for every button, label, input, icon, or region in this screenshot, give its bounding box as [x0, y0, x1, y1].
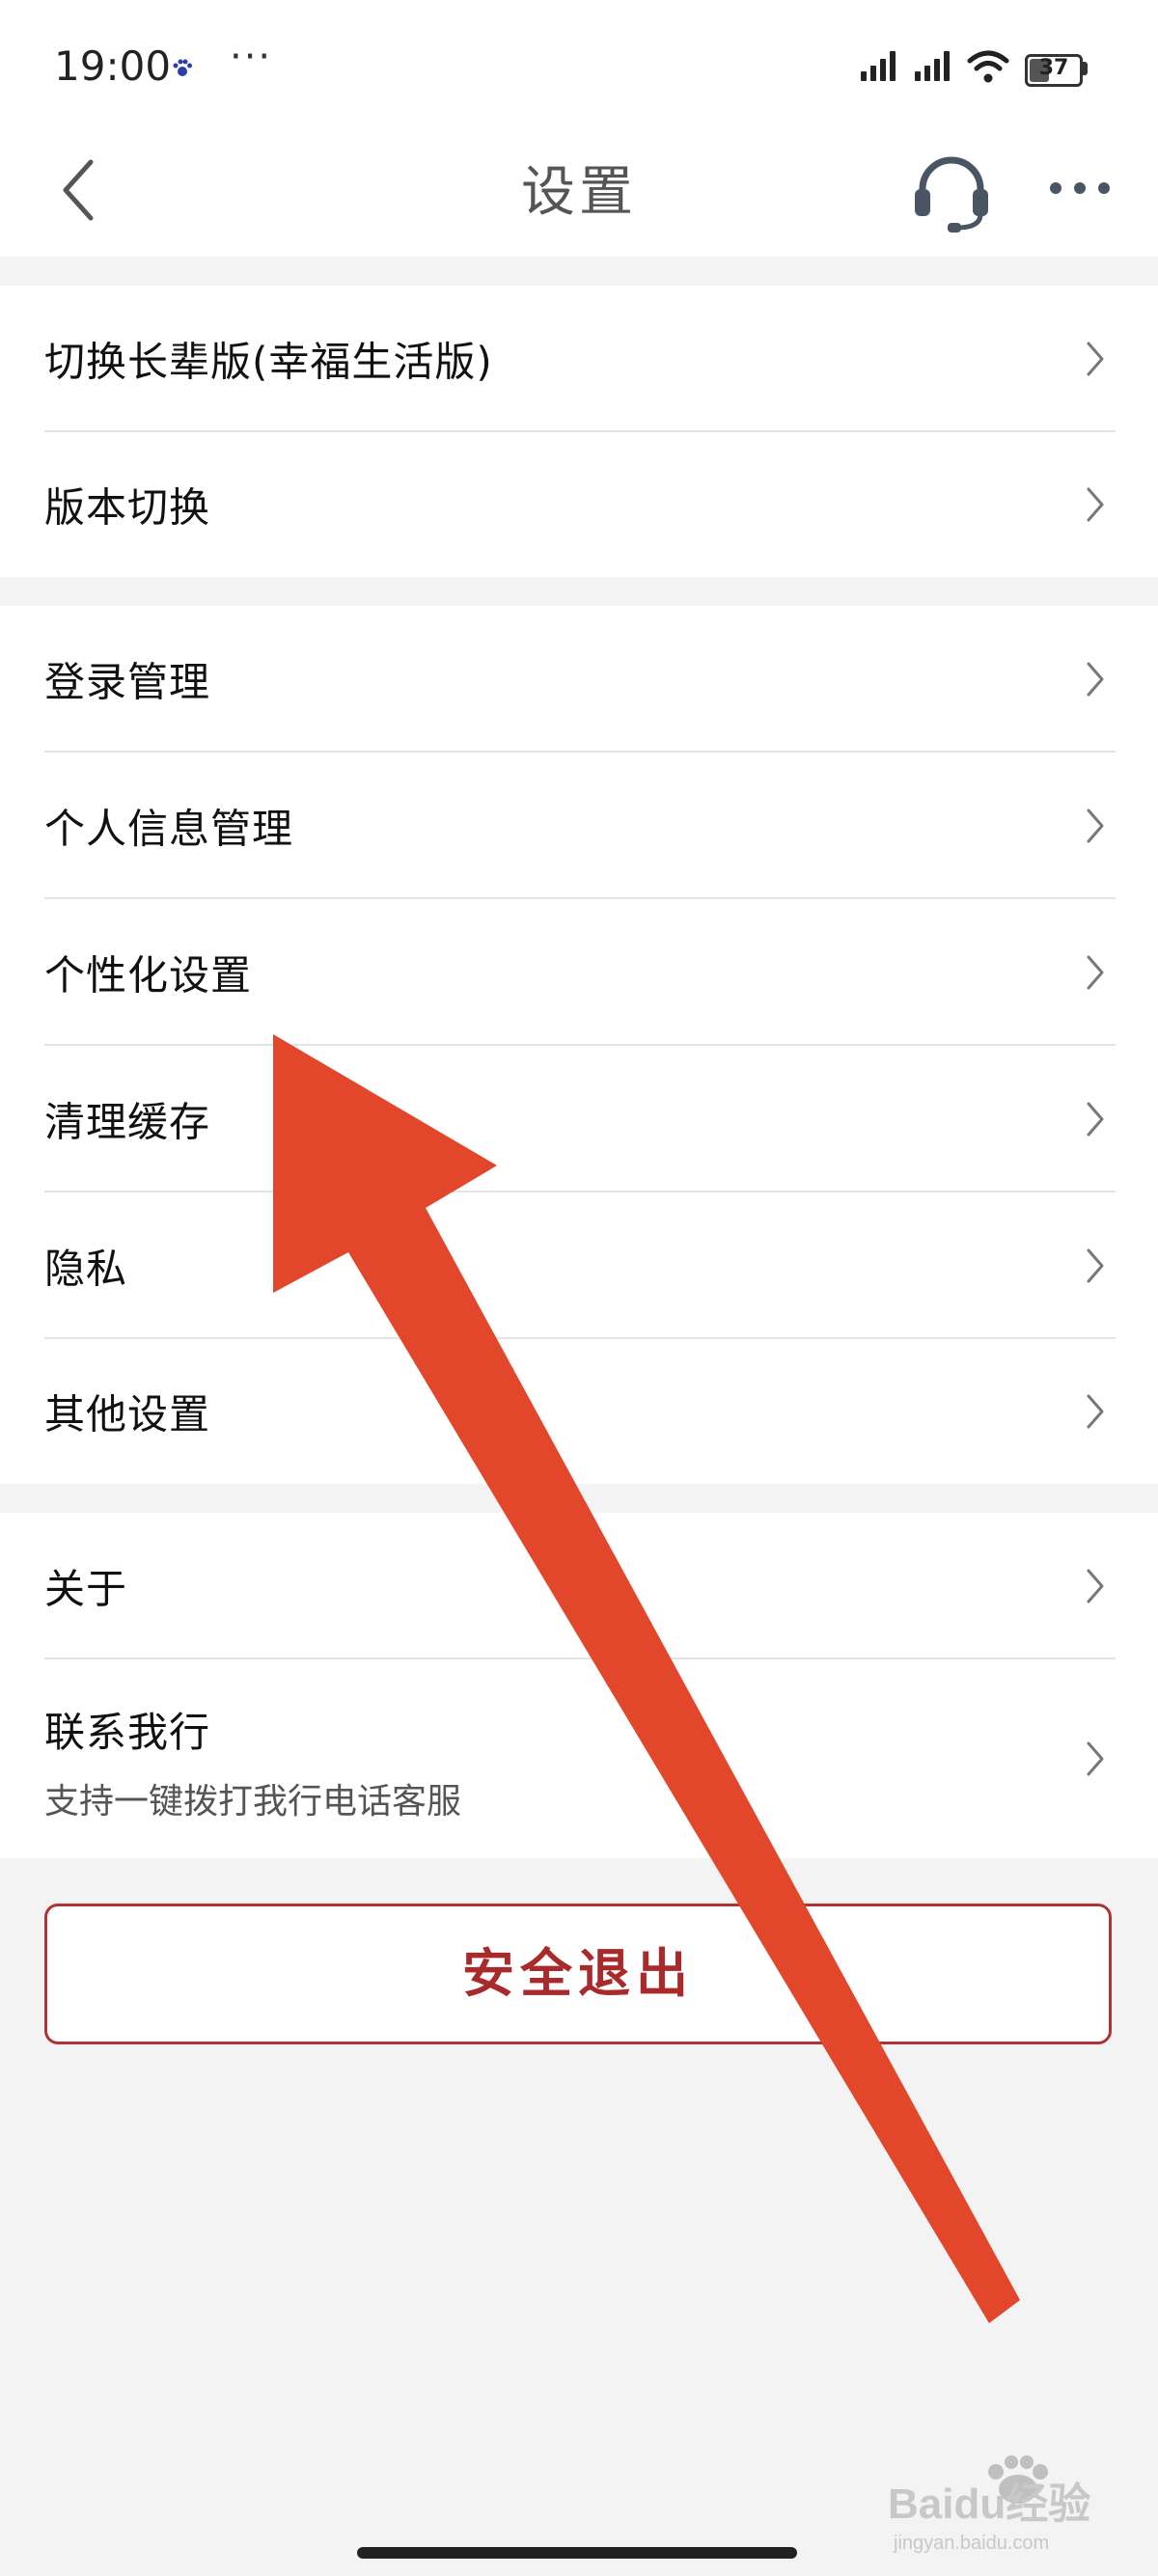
wifi-icon — [967, 50, 1009, 83]
watermark-text: Baidu经验 — [888, 2480, 1090, 2528]
watermark-url: jingyan.baidu.com — [893, 2533, 1049, 2554]
settings-item-elder-mode[interactable]: 切换长辈版(幸福生活版) — [44, 286, 1116, 432]
settings-item-personal-info[interactable]: 个人信息管理 — [44, 753, 1116, 899]
settings-item-label: 联系我行 — [44, 1709, 211, 1756]
battery-icon: 37 — [1025, 54, 1083, 87]
settings-item-about[interactable]: 关于 — [44, 1513, 1116, 1659]
status-bar: 19:00 ··· 37 — [0, 0, 1158, 135]
signal-icon — [861, 51, 896, 81]
chevron-right-icon — [1087, 487, 1104, 522]
chevron-right-icon — [1087, 1394, 1104, 1429]
status-more-dots: ··· — [230, 35, 273, 79]
status-time: 19:00 — [54, 42, 172, 90]
signal-icon — [915, 51, 950, 81]
settings-item-label: 个人信息管理 — [44, 805, 294, 853]
nav-bar: 设置 — [0, 135, 1158, 257]
settings-item-other[interactable]: 其他设置 — [44, 1339, 1116, 1484]
settings-item-label: 关于 — [44, 1565, 128, 1613]
settings-item-label: 隐私 — [44, 1245, 128, 1293]
chevron-right-icon — [1087, 1569, 1104, 1603]
headset-icon[interactable] — [909, 147, 994, 235]
settings-section-1: 切换长辈版(幸福生活版) 版本切换 — [0, 286, 1158, 577]
settings-item-label: 清理缓存 — [44, 1098, 211, 1146]
settings-item-label: 登录管理 — [44, 658, 211, 706]
settings-item-contact-bank[interactable]: 联系我行 支持一键拨打我行电话客服 — [44, 1659, 1116, 1858]
settings-item-sublabel: 支持一键拨打我行电话客服 — [44, 1782, 462, 1822]
more-dots-icon[interactable] — [1048, 174, 1112, 203]
battery-text: 37 — [1038, 56, 1069, 80]
chevron-right-icon — [1087, 955, 1104, 990]
settings-section-2: 登录管理 个人信息管理 个性化设置 清理缓存 隐私 其他设置 — [0, 606, 1158, 1484]
settings-item-label: 版本切换 — [44, 483, 211, 532]
chevron-right-icon — [1087, 342, 1104, 376]
chevron-right-icon — [1087, 1102, 1104, 1137]
settings-item-login-management[interactable]: 登录管理 — [44, 606, 1116, 753]
settings-item-label: 切换长辈版(幸福生活版) — [44, 338, 493, 386]
baidu-paw-icon — [173, 59, 192, 76]
chevron-right-icon — [1087, 1248, 1104, 1283]
settings-item-label: 个性化设置 — [44, 951, 253, 1000]
battery-cap — [1083, 62, 1088, 75]
settings-item-clear-cache[interactable]: 清理缓存 — [44, 1046, 1116, 1192]
settings-item-label: 其他设置 — [44, 1390, 211, 1439]
chevron-right-icon — [1087, 662, 1104, 697]
chevron-right-icon — [1087, 1741, 1104, 1776]
settings-item-personalization[interactable]: 个性化设置 — [44, 899, 1116, 1046]
home-indicator — [357, 2547, 797, 2559]
settings-section-3: 关于 联系我行 支持一键拨打我行电话客服 — [0, 1513, 1158, 1858]
logout-button[interactable]: 安全退出 — [44, 1904, 1112, 2044]
settings-item-version-switch[interactable]: 版本切换 — [44, 432, 1116, 577]
chevron-right-icon — [1087, 808, 1104, 843]
baidu-jingyan-watermark: Baidu经验 jingyan.baidu.com — [888, 2455, 1090, 2554]
settings-item-privacy[interactable]: 隐私 — [44, 1192, 1116, 1339]
